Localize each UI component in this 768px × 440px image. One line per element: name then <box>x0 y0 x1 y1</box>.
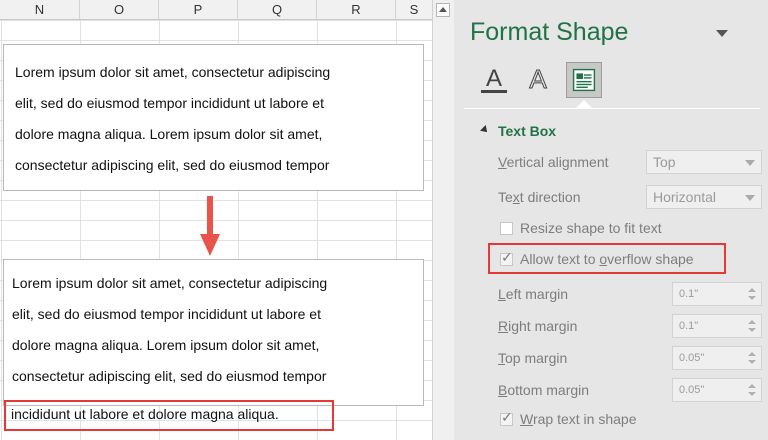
resize-shape-checkbox[interactable] <box>500 222 513 235</box>
text-line: Lorem ipsum dolor sit amet, consectetur … <box>12 275 328 291</box>
text-line: elit, sed do eiusmod tempor incididunt u… <box>15 95 324 111</box>
down-arrow-icon <box>200 196 220 256</box>
top-margin-label: Top margin <box>498 350 568 366</box>
text-line: dolore magna aliqua. Lorem ipsum dolor s… <box>15 126 323 142</box>
svg-text:A: A <box>529 64 547 94</box>
collapse-triangle-icon[interactable] <box>480 125 490 135</box>
vertical-alignment-select[interactable]: Top <box>646 150 762 174</box>
right-margin-spinner[interactable]: 0.1" <box>672 314 762 338</box>
resize-shape-label[interactable]: Resize shape to fit text <box>520 220 662 236</box>
spinner-arrows-icon[interactable] <box>747 318 757 334</box>
chevron-down-icon <box>745 195 755 201</box>
spinner-arrows-icon[interactable] <box>747 350 757 366</box>
chevron-down-icon <box>745 160 755 166</box>
wrap-text-label[interactable]: Wrap text in shape <box>520 411 636 427</box>
spinner-arrows-icon[interactable] <box>747 382 757 398</box>
text-box-after[interactable]: Lorem ipsum dolor sit amet, consectetur … <box>3 259 424 406</box>
text-direction-label: Text direction <box>498 189 581 205</box>
bottom-margin-spinner[interactable]: 0.05" <box>672 378 762 402</box>
vertical-scrollbar[interactable] <box>432 0 454 440</box>
tab-divider <box>464 108 760 109</box>
column-header-p[interactable]: P <box>159 0 238 19</box>
checkmark-icon: ✓ <box>501 409 513 425</box>
text-line: consectetur adipiscing elit, sed do eius… <box>15 157 330 173</box>
format-shape-pane: Format Shape A A Text Box Vertical align… <box>454 0 768 440</box>
vertical-alignment-label: Vertical alignment <box>498 154 609 170</box>
pane-title: Format Shape <box>470 18 629 46</box>
text-line: consectetur adipiscing elit, sed do eius… <box>12 368 327 384</box>
svg-text:A: A <box>486 65 502 92</box>
left-margin-spinner[interactable]: 0.1" <box>672 282 762 306</box>
right-margin-label: Right margin <box>498 318 578 334</box>
text-effects-icon[interactable]: A <box>520 62 556 98</box>
overflow-highlight-box <box>4 400 334 431</box>
text-line: dolore magna aliqua. Lorem ipsum dolor s… <box>12 337 320 353</box>
bottom-margin-label: Bottom margin <box>498 382 590 398</box>
pane-options-dropdown-icon[interactable] <box>716 30 728 37</box>
allow-overflow-highlight-box <box>488 243 726 274</box>
wrap-text-checkbox[interactable]: ✓ <box>500 409 513 426</box>
column-header-r[interactable]: R <box>317 0 396 19</box>
text-fill-outline-icon[interactable]: A <box>476 62 512 98</box>
textbox-icon[interactable] <box>566 62 602 98</box>
column-header-q[interactable]: Q <box>238 0 317 19</box>
text-direction-select[interactable]: Horizontal <box>646 185 762 209</box>
spinner-arrows-icon[interactable] <box>747 286 757 302</box>
bottom-margin-value: 0.05" <box>679 384 705 396</box>
left-margin-label: Left margin <box>498 286 569 302</box>
vertical-alignment-value: Top <box>653 154 676 170</box>
text-line: Lorem ipsum dolor sit amet, consectetur … <box>15 64 331 80</box>
column-header-o[interactable]: O <box>80 0 159 19</box>
spreadsheet-area[interactable]: N O P Q R S Lorem ipsum dolor sit amet, … <box>0 0 432 440</box>
vertical-alignment-label-text: ertical alignment <box>506 154 609 170</box>
column-header-s[interactable]: S <box>396 0 432 19</box>
left-margin-value: 0.1" <box>679 288 699 300</box>
column-header-bar: N O P Q R S <box>0 0 432 20</box>
scroll-up-arrow-icon[interactable] <box>436 3 450 17</box>
top-margin-value: 0.05" <box>679 352 705 364</box>
right-margin-value: 0.1" <box>679 320 699 332</box>
column-header-n[interactable]: N <box>0 0 80 19</box>
text-direction-value: Horizontal <box>653 189 717 205</box>
text-box-before[interactable]: Lorem ipsum dolor sit amet, consectetur … <box>3 44 424 191</box>
text-line: elit, sed do eiusmod tempor incididunt u… <box>12 306 321 322</box>
section-title-text-box[interactable]: Text Box <box>498 123 556 139</box>
top-margin-spinner[interactable]: 0.05" <box>672 346 762 370</box>
